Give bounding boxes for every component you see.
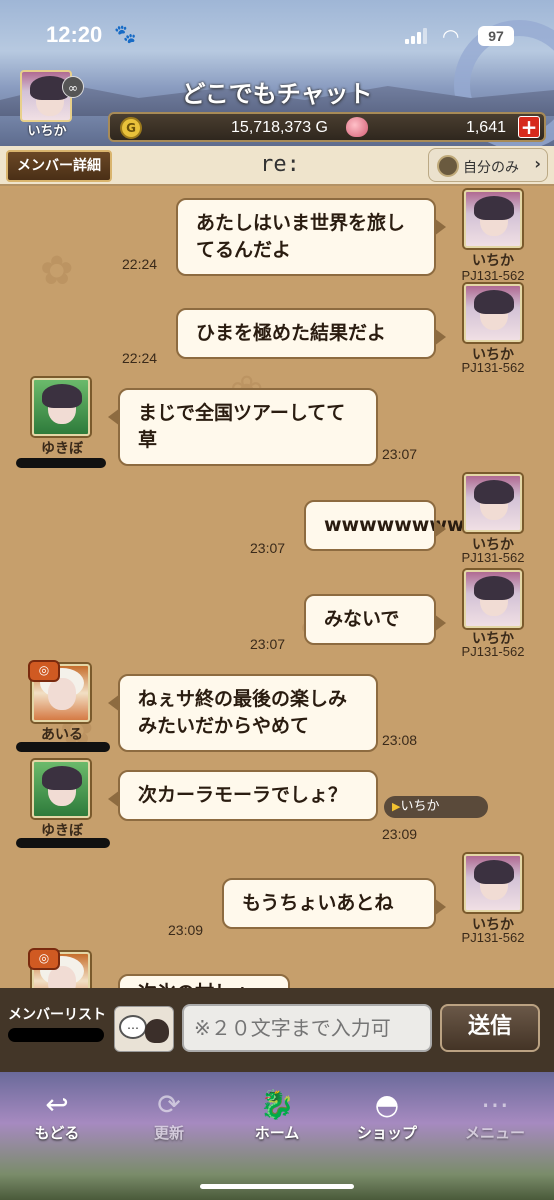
- dragon-home-icon: 🐉: [259, 1088, 295, 1121]
- reply-to-name: いちか: [400, 799, 440, 814]
- sender-avatar[interactable]: [32, 378, 90, 436]
- sender-name: ゆきぼ: [41, 823, 83, 839]
- sender-id: PJ131-562: [461, 360, 525, 375]
- sender-name: いちか: [472, 253, 514, 269]
- send-button[interactable]: 送信: [440, 1004, 540, 1052]
- message-bubble[interactable]: みないで: [304, 594, 446, 645]
- paw-icon: 🐾: [114, 24, 137, 45]
- redaction-mark: [16, 838, 110, 848]
- signal-icon: [405, 28, 429, 44]
- sender-avatar[interactable]: [464, 854, 522, 912]
- message-bubble[interactable]: wwwwwwww: [304, 500, 464, 551]
- gold-amount: 15,718,373 G: [231, 119, 328, 136]
- refresh-icon: ⟳: [157, 1088, 181, 1121]
- sender-name: ゆきぼ: [41, 441, 83, 457]
- gold-coin-icon: G: [120, 117, 142, 139]
- message-bubble[interactable]: ひまを極めた結果だよ: [176, 308, 446, 359]
- message-time: 23:09: [168, 922, 204, 938]
- sender-id: PJ131-562: [461, 930, 525, 945]
- status-time: 12:20: [46, 22, 103, 47]
- sender-avatar[interactable]: [464, 474, 522, 532]
- nav-back[interactable]: ↩ もどる: [12, 1088, 102, 1143]
- visibility-scope-button[interactable]: 自分のみ ›: [428, 148, 548, 182]
- redaction-mark: [16, 742, 110, 752]
- message-input-bar: メンバーリスト … 送信: [0, 988, 554, 1072]
- nav-refresh[interactable]: ⟳ 更新: [124, 1088, 214, 1143]
- person-icon: [437, 155, 459, 177]
- message-time: 22:24: [122, 350, 158, 366]
- back-arrow-icon: ↩: [45, 1088, 69, 1121]
- rank-badge-icon: ◎: [28, 660, 60, 682]
- message-time: 23:07: [250, 636, 286, 652]
- chevron-right-icon: ›: [534, 154, 541, 173]
- slime-icon: [145, 1019, 169, 1043]
- chat-message-list[interactable]: ✿ ❀ ✿ ❀ ✿ あたしはいま世界を旅してるんだよ 22:24 いちか PJ1…: [0, 188, 554, 988]
- message-time: 23:07: [250, 540, 286, 556]
- battery-indicator: 97: [478, 26, 514, 46]
- speech-bubble-icon: …: [119, 1015, 147, 1039]
- message-bubble[interactable]: ねぇサ終の最後の楽しみみたいだからやめて: [108, 674, 378, 752]
- nav-refresh-label: 更新: [153, 1124, 184, 1142]
- menu-dots-icon: ⋯: [481, 1088, 509, 1121]
- sender-name: あいる: [41, 727, 83, 743]
- redaction-mark: [16, 458, 106, 468]
- nav-home-label: ホーム: [254, 1124, 300, 1142]
- stamp-button[interactable]: …: [114, 1006, 174, 1052]
- message-bubble[interactable]: 次氷の村しょ: [118, 974, 290, 988]
- page-title: どこでもチャット: [181, 80, 373, 108]
- gem-amount: 1,641: [465, 119, 506, 136]
- member-detail-button[interactable]: メンバー詳細: [6, 150, 112, 182]
- nav-home[interactable]: 🐉 ホーム: [232, 1088, 322, 1143]
- nav-back-label: もどる: [34, 1124, 80, 1142]
- add-gems-button[interactable]: +: [518, 116, 540, 138]
- sender-avatar[interactable]: [32, 760, 90, 818]
- gem-box: 1,641 +: [338, 114, 544, 140]
- sender-avatar[interactable]: [464, 284, 522, 342]
- wifi-icon: ◠: [442, 24, 460, 48]
- message-input[interactable]: [182, 1004, 432, 1052]
- nav-shop[interactable]: ◓ ショップ: [342, 1088, 432, 1143]
- sender-avatar[interactable]: [464, 190, 522, 248]
- message-bubble[interactable]: もうちょいあとね: [222, 878, 446, 929]
- bottom-nav: ↩ もどる ⟳ 更新 🐉 ホーム ◓ ショップ ⋯ メニュー: [0, 1072, 554, 1200]
- gem-icon: [346, 117, 368, 137]
- sender-id: PJ131-562: [461, 644, 525, 659]
- redaction-mark: [8, 1028, 104, 1042]
- sender-id: PJ131-562: [461, 550, 525, 565]
- sender-avatar[interactable]: [464, 570, 522, 628]
- rank-badge-icon: ◎: [28, 948, 60, 970]
- home-indicator[interactable]: [200, 1184, 354, 1189]
- message-time: 22:24: [122, 256, 158, 272]
- my-name: いちか: [27, 124, 67, 139]
- chat-room-name: re:: [260, 152, 300, 177]
- message-time: 23:08: [382, 732, 418, 748]
- reply-tag[interactable]: ▶いちか: [384, 796, 488, 818]
- message-time: 23:09: [382, 826, 418, 842]
- message-bubble[interactable]: まじで全国ツアーしてて草: [108, 388, 378, 466]
- message-time: 23:07: [382, 446, 418, 462]
- message-bubble[interactable]: 次カーラモーラでしょ？: [108, 770, 378, 821]
- nav-menu[interactable]: ⋯ メニュー: [450, 1088, 540, 1143]
- nav-shop-label: ショップ: [356, 1124, 417, 1142]
- scope-label: 自分のみ: [463, 160, 519, 176]
- slime-shop-icon: ◓: [374, 1088, 400, 1121]
- nav-menu-label: メニュー: [464, 1124, 525, 1142]
- sender-id: PJ131-562: [461, 268, 525, 283]
- member-list-button[interactable]: メンバーリスト: [8, 1004, 106, 1024]
- chat-topbar: メンバー詳細 re: 自分のみ ›: [0, 146, 554, 186]
- message-bubble[interactable]: あたしはいま世界を旅してるんだよ: [176, 198, 446, 276]
- currency-bar: G 15,718,373 G 1,641 +: [108, 112, 546, 142]
